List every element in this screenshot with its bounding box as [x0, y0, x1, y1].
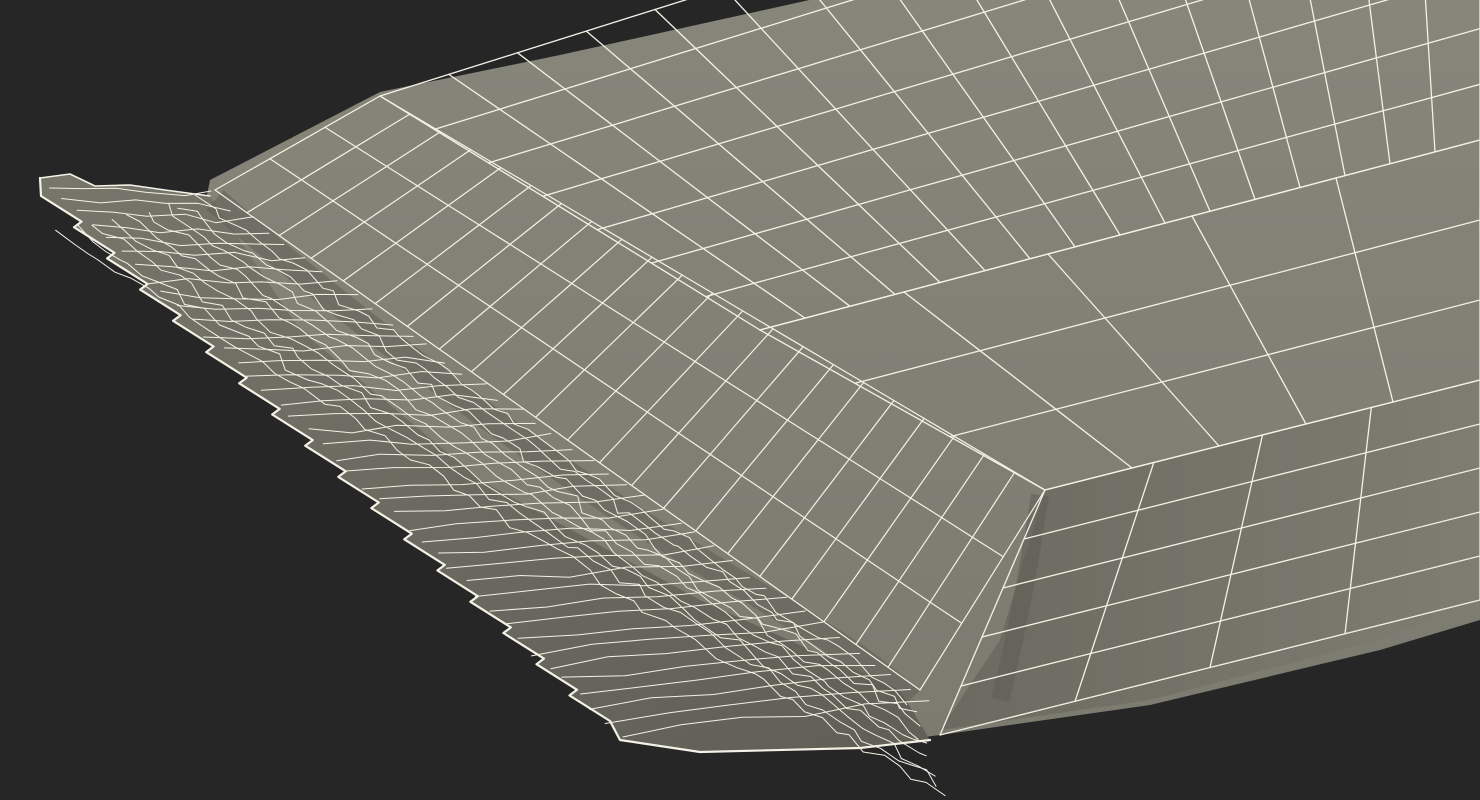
wireframe-render: [0, 0, 1480, 800]
render-viewport: [0, 0, 1480, 800]
